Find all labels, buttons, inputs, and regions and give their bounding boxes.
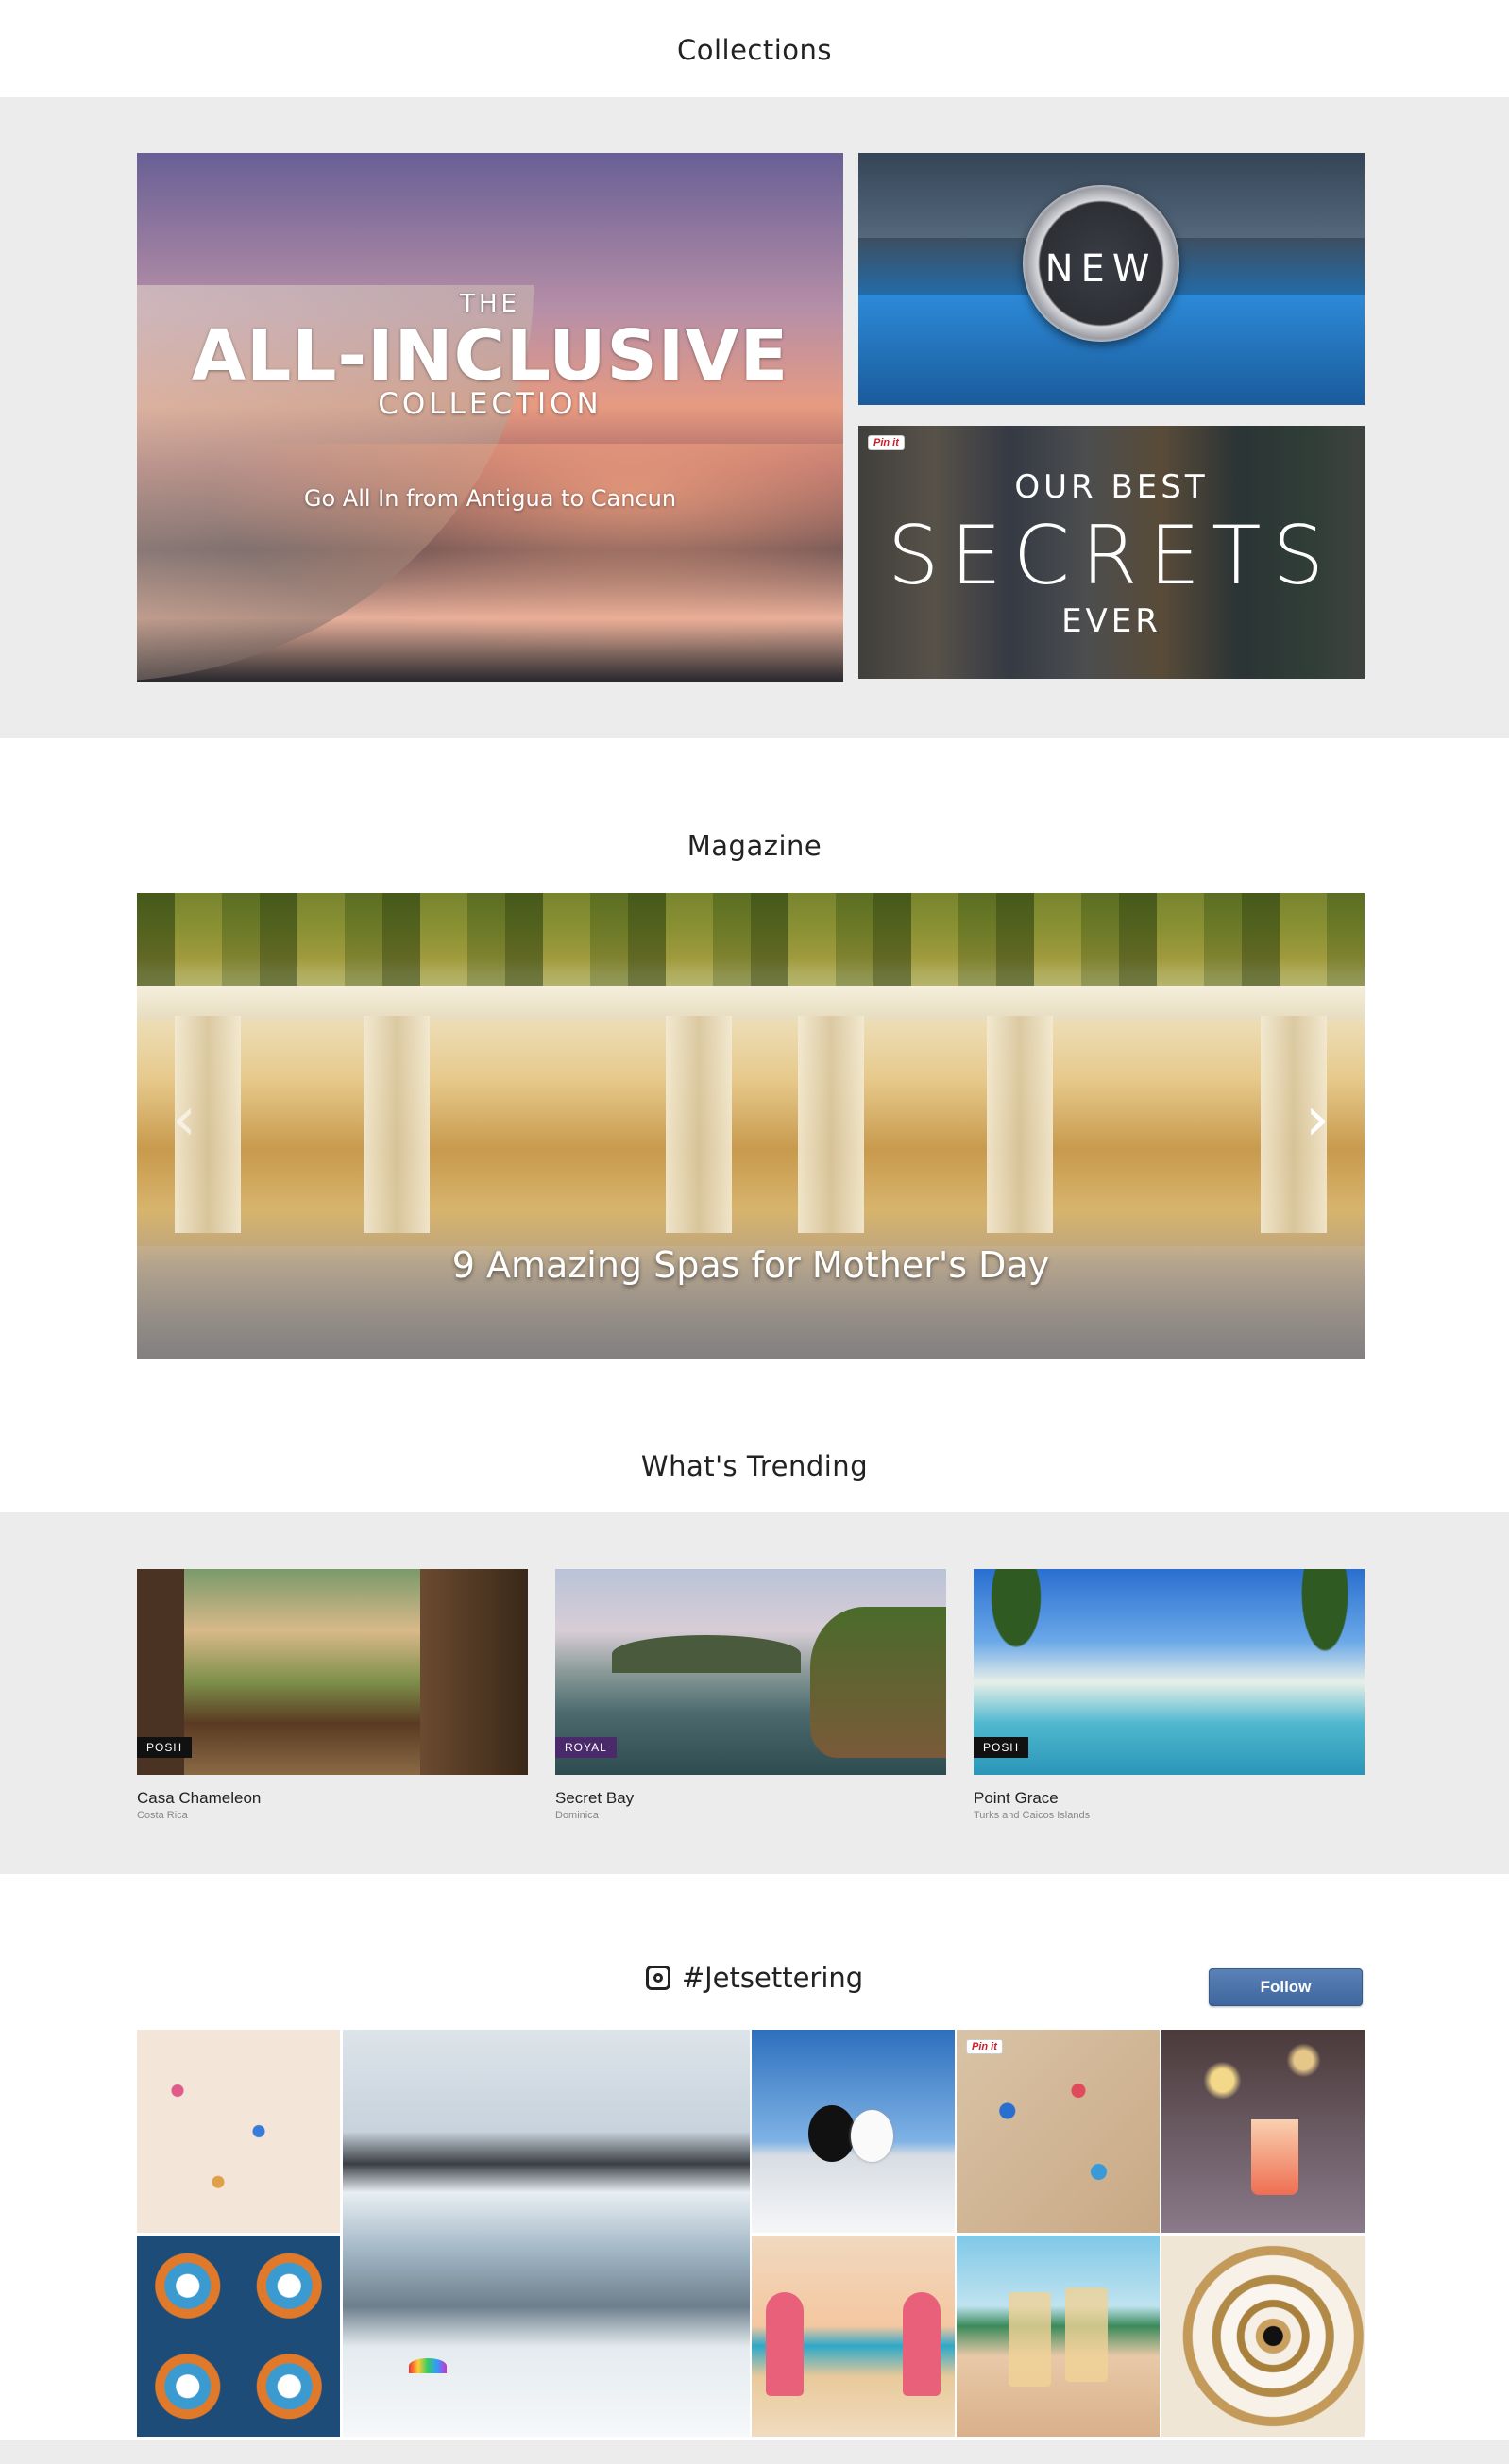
instagram-photo-glacier[interactable] bbox=[343, 2030, 750, 2437]
follow-button[interactable]: Follow bbox=[1209, 1968, 1363, 2006]
instagram-photo-cocktail[interactable] bbox=[1161, 2030, 1365, 2233]
carousel-prev-arrow[interactable]: ‹ bbox=[165, 1087, 203, 1153]
pin-it-button[interactable]: Pin it bbox=[868, 435, 905, 450]
instagram-photo-toast[interactable] bbox=[957, 2236, 1160, 2437]
magazine-title: Magazine bbox=[687, 830, 822, 862]
all-inclusive-collection-tile[interactable]: THE ALL-INCLUSIVE COLLECTION Go All In f… bbox=[137, 153, 843, 682]
point-grace-image: POSH bbox=[974, 1569, 1365, 1775]
instagram-photo-flamingos[interactable] bbox=[752, 2236, 955, 2437]
card-location: Dominica bbox=[555, 1810, 599, 1821]
secrets-line-3: EVER bbox=[1061, 602, 1161, 640]
secret-bay-image: ROYAL bbox=[555, 1569, 946, 1775]
magazine-carousel[interactable]: ‹ › 9 Amazing Spas for Mother's Day bbox=[137, 893, 1365, 1359]
card-location: Turks and Caicos Islands bbox=[974, 1810, 1091, 1821]
best-secrets-tile[interactable]: Pin it OUR BEST SECRETS EVER bbox=[858, 426, 1365, 679]
cliff-image bbox=[810, 1607, 946, 1758]
island-image bbox=[612, 1635, 801, 1673]
new-collection-tile[interactable]: NEW bbox=[858, 153, 1365, 405]
badge-posh: POSH bbox=[974, 1737, 1029, 1758]
palm-tree-image bbox=[974, 1569, 1059, 1682]
balloon-sculpture-image bbox=[808, 2105, 856, 2162]
cocktail-glass-image bbox=[1251, 2119, 1298, 2195]
instagram-photo-balloons[interactable] bbox=[752, 2030, 955, 2233]
badge-royal: ROYAL bbox=[555, 1737, 617, 1758]
secrets-line-1: OUR BEST bbox=[1014, 468, 1209, 506]
card-name[interactable]: Casa Chameleon bbox=[137, 1789, 528, 1808]
card-location: Costa Rica bbox=[137, 1810, 188, 1821]
trees-image bbox=[137, 893, 1365, 987]
hero-sub-text: COLLECTION bbox=[378, 387, 602, 421]
palm-tree-image bbox=[1285, 1569, 1365, 1692]
badge-posh: POSH bbox=[137, 1737, 193, 1758]
carousel-next-arrow[interactable]: › bbox=[1298, 1087, 1336, 1153]
instagram-icon bbox=[645, 1966, 670, 1990]
card-name[interactable]: Secret Bay bbox=[555, 1789, 946, 1808]
magazine-caption[interactable]: 9 Amazing Spas for Mother's Day bbox=[137, 1244, 1365, 1286]
balloon-sculpture-image bbox=[851, 2110, 893, 2162]
curtain-image bbox=[666, 1016, 732, 1233]
pin-it-button[interactable]: Pin it bbox=[966, 2039, 1003, 2054]
flamingo-float-image bbox=[766, 2292, 804, 2396]
trending-card[interactable]: POSH Point Grace Turks and Caicos Island… bbox=[974, 1569, 1365, 1821]
collections-title: Collections bbox=[676, 34, 833, 66]
trending-card[interactable]: ROYAL Secret Bay Dominica bbox=[555, 1569, 946, 1821]
curtain-image bbox=[987, 1016, 1053, 1233]
instagram-photo-staircase[interactable] bbox=[1161, 2236, 1365, 2437]
flamingo-float-image bbox=[903, 2292, 941, 2396]
footer-band bbox=[0, 2440, 1509, 2464]
trending-card[interactable]: POSH Casa Chameleon Costa Rica bbox=[137, 1569, 528, 1821]
trending-title: What's Trending bbox=[640, 1450, 869, 1482]
curtain-image bbox=[798, 1016, 864, 1233]
hero-pre-text: THE bbox=[460, 290, 520, 318]
cabana-canopy-image bbox=[137, 986, 1365, 1020]
window-frame bbox=[420, 1569, 528, 1775]
casa-chameleon-image: POSH bbox=[137, 1569, 528, 1775]
instagram-photo-beach-crowd[interactable] bbox=[137, 2030, 340, 2233]
secrets-line-2: SECRETS bbox=[887, 509, 1336, 603]
instagram-photo-aerial-beach[interactable]: Pin it bbox=[957, 2030, 1160, 2233]
instagram-photo-floats[interactable] bbox=[137, 2236, 340, 2437]
card-name[interactable]: Point Grace bbox=[974, 1789, 1365, 1808]
new-label: NEW bbox=[1044, 247, 1158, 291]
hero-headline: ALL-INCLUSIVE bbox=[191, 315, 789, 397]
glass-image bbox=[1009, 2292, 1051, 2387]
umbrella-image bbox=[409, 2358, 447, 2373]
instagram-hashtag[interactable]: #Jetsettering bbox=[682, 1962, 863, 1994]
hero-tagline: Go All In from Antigua to Cancun bbox=[303, 485, 677, 512]
glass-image bbox=[1065, 2287, 1108, 2382]
curtain-image bbox=[364, 1016, 430, 1233]
pool-reflection-image bbox=[137, 444, 843, 682]
